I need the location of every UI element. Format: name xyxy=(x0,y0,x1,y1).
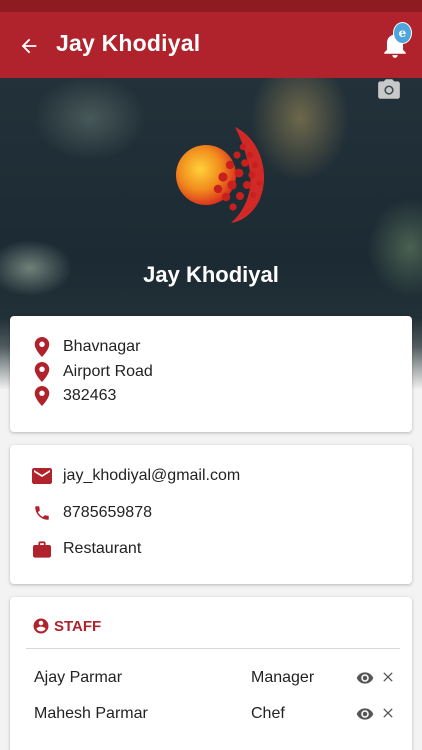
app-bar: Jay Khodiyal e xyxy=(0,12,422,78)
page-title: Jay Khodiyal xyxy=(56,30,201,56)
address-city: Bhavnagar xyxy=(63,338,141,355)
location-pin-icon xyxy=(32,337,52,357)
address-street-row: Airport Road xyxy=(32,362,153,382)
eye-icon xyxy=(356,708,374,720)
staff-card: STAFF Ajay Parmar Manager Mahesh Parmar … xyxy=(10,597,412,750)
staff-row: Mahesh Parmar Chef xyxy=(10,703,412,727)
staff-row: Ajay Parmar Manager xyxy=(10,667,412,691)
phone-row[interactable]: 8785659878 xyxy=(32,503,152,523)
notification-badge: e xyxy=(393,22,412,44)
business-logo xyxy=(176,127,265,223)
contact-card: jay_khodiyal@gmail.com 8785659878 Restau… xyxy=(10,445,412,584)
address-street: Airport Road xyxy=(63,363,153,380)
camera-icon xyxy=(378,79,400,99)
email-address[interactable]: jay_khodiyal@gmail.com xyxy=(63,467,240,485)
phone-icon xyxy=(32,503,52,523)
close-icon xyxy=(383,672,393,682)
email-icon xyxy=(32,466,52,486)
email-row[interactable]: jay_khodiyal@gmail.com xyxy=(32,466,240,486)
address-pincode: 382463 xyxy=(63,387,117,404)
divider xyxy=(26,648,400,649)
status-bar xyxy=(0,0,422,12)
briefcase-icon xyxy=(32,539,52,559)
phone-number[interactable]: 8785659878 xyxy=(63,504,152,522)
business-type: Restaurant xyxy=(63,540,142,557)
close-icon xyxy=(383,708,393,718)
remove-staff-button[interactable] xyxy=(380,669,396,687)
profile-name: Jay Khodiyal xyxy=(143,262,279,287)
address-card: Bhavnagar Airport Road 382463 xyxy=(10,316,412,432)
staff-name: Mahesh Parmar xyxy=(34,705,148,722)
staff-role: Chef xyxy=(251,705,285,722)
back-button[interactable] xyxy=(14,31,44,61)
notifications-button[interactable]: e xyxy=(380,22,412,60)
address-pincode-row: 382463 xyxy=(32,386,116,406)
eye-icon xyxy=(356,672,374,684)
view-staff-button[interactable] xyxy=(355,705,377,723)
staff-heading-label: STAFF xyxy=(54,617,102,635)
location-pin-icon xyxy=(32,386,52,406)
back-arrow-icon xyxy=(21,38,37,54)
remove-staff-button[interactable] xyxy=(380,705,396,723)
address-city-row: Bhavnagar xyxy=(32,337,140,357)
account-circle-icon xyxy=(32,617,50,635)
view-staff-button[interactable] xyxy=(355,669,377,687)
staff-heading: STAFF xyxy=(32,617,101,635)
business-type-row: Restaurant xyxy=(32,539,141,559)
staff-role: Manager xyxy=(251,669,315,686)
change-cover-button[interactable] xyxy=(376,78,402,100)
staff-name: Ajay Parmar xyxy=(34,669,123,686)
location-pin-icon xyxy=(32,362,52,382)
